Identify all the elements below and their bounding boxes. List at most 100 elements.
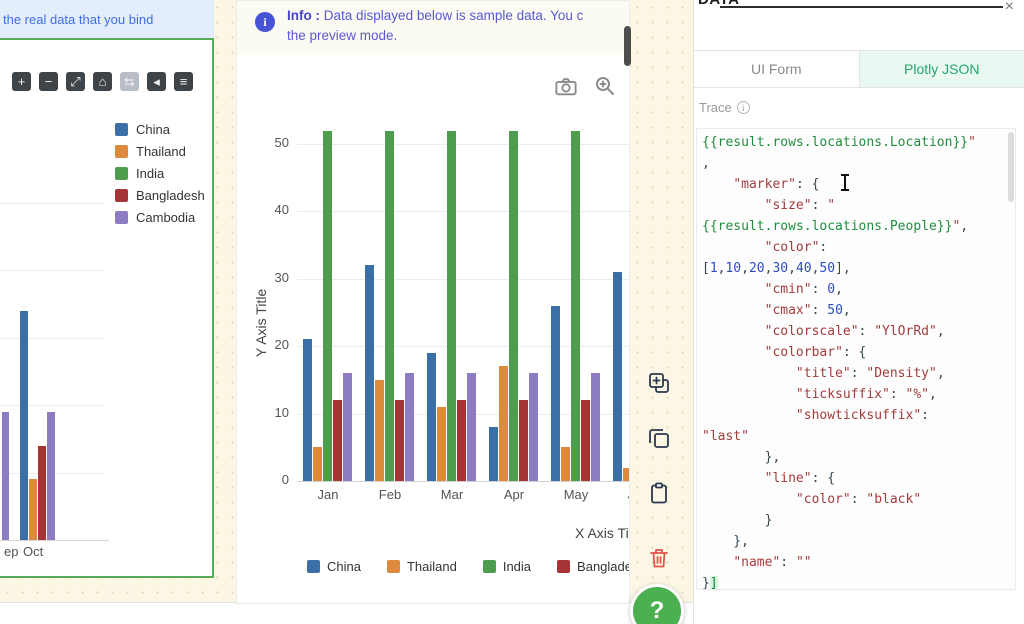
legend-swatch [307,560,320,573]
legend-swatch [115,189,128,202]
legend-item[interactable]: China [307,559,361,574]
x-tick-label: ep [4,544,18,559]
bar-cambodia-feb [405,373,414,481]
code-line: "last" [702,426,1013,447]
gridline [0,405,104,406]
autoscale-icon[interactable]: ⤢ [66,72,85,91]
close-icon[interactable]: × [1005,0,1014,16]
y-tick-label: 30 [245,270,289,287]
pan-icon[interactable]: ⇆ [120,72,139,91]
x-tick-label: Oct [23,544,43,559]
gridline [0,203,104,204]
legend-item[interactable]: Bangladesh [115,184,205,206]
bar-bangladesh-mar [457,400,466,481]
x-axis-title: X Axis Title [575,525,630,541]
bar-thailand [29,479,37,540]
legend-swatch [115,123,128,136]
select-icon[interactable]: ◂ [147,72,166,91]
code-line: , [702,153,1013,174]
zoom-out-icon[interactable]: − [39,72,58,91]
chart-widget[interactable]: i Info : Data displayed below is sample … [236,0,630,604]
legend-item[interactable]: Thailand [115,140,205,162]
legend-item[interactable]: India [483,559,531,574]
code-line: "color": "black" [702,489,1013,510]
bar-china [20,311,28,540]
code-line: "title": "Density", [702,363,1013,384]
zoom-search-icon[interactable] [592,73,618,99]
app: { "app": { "help_button": "?" }, "left_p… [0,0,1024,624]
zoom-in-icon[interactable]: + [12,72,31,91]
legend-item[interactable]: Cambodia [115,206,205,228]
camera-icon[interactable] [553,73,579,99]
code-line: "line": { [702,468,1013,489]
code-line: "color": [702,237,1013,258]
code-line: "colorbar": { [702,342,1013,363]
y-tick-label: 10 [245,405,289,422]
y-tick-label: 40 [245,202,289,219]
code-line: }, [702,447,1013,468]
help-button[interactable]: ? [630,584,684,624]
code-line: "name": "" [702,552,1013,573]
plotly-modebar [553,73,618,99]
code-line: "size": " [702,195,1013,216]
legend-label: Thailand [136,144,186,159]
code-line: }] [702,573,1013,590]
x-tick-label: Mar [421,487,483,502]
legend-swatch [557,560,570,573]
bar-bangladesh-jan [333,400,342,481]
legend-item[interactable]: China [115,118,205,140]
tab-plotly-json[interactable]: Plotly JSON [860,51,1024,87]
trash-icon[interactable] [646,545,672,571]
trace-label-row: Trace i [699,100,750,115]
header-underline [720,6,1003,8]
plotly-modebar: +−⤢ ⌂ ⇆ ◂ ≡ [12,72,193,91]
code-line: "ticksuffix": "%", [702,384,1013,405]
widget-action-bar [644,370,674,571]
x-tick-label: Feb [359,487,421,502]
legend-swatch [387,560,400,573]
bar-thailand-jun [623,468,630,481]
legend-item[interactable]: India [115,162,205,184]
left-chart-widget[interactable]: the real data that you bind ep Oct +−⤢ ⌂ ⇆ ◂… [0,0,214,578]
bar-china-jun [613,272,622,481]
scrollbar-thumb[interactable] [624,26,631,66]
reset-home-icon[interactable]: ⌂ [93,72,112,91]
bar-bangladesh-may [581,400,590,481]
menu-icon[interactable]: ≡ [174,72,193,91]
legend-swatch [115,167,128,180]
duplicate-widget-icon[interactable] [646,370,672,396]
paste-widget-icon[interactable] [646,480,672,506]
data-config-panel: DATA × UI Form Plotly JSON Trace i {{res… [693,0,1024,624]
bar-thailand-apr [499,366,508,481]
bar-cambodia-may [591,373,600,481]
left-chart-area[interactable]: ep Oct +−⤢ ⌂ ⇆ ◂ ≡ China Thailand IndiaBanglade… [0,38,214,578]
x-tick-label: Jun [607,487,630,502]
bar-cambodia-apr [529,373,538,481]
legend-label: China [327,559,361,574]
tab-ui-form[interactable]: UI Form [694,51,860,87]
legend-label: China [136,122,170,137]
bar-india-mar [447,131,456,481]
code-line: {{result.rows.locations.People}}", [702,216,1013,237]
legend-swatch [115,145,128,158]
legend-item[interactable]: Bangladesh [557,559,630,574]
bar-india-feb [385,131,394,481]
bar-cambodia-jan [343,373,352,481]
left-chart-legend: China Thailand IndiaBangladeshCambodia [115,118,205,228]
bar-india-apr [509,131,518,481]
bar-china-feb [365,265,374,481]
bar-china-mar [427,353,436,481]
code-line: } [702,510,1013,531]
editor-scrollbar-thumb[interactable] [1008,132,1014,202]
legend-item[interactable]: Thailand [387,559,457,574]
trace-info-icon[interactable]: i [737,101,750,114]
bar-bangladesh [38,446,46,540]
y-tick-label: 20 [245,337,289,354]
code-line: "showticksuffix": [702,405,1013,426]
plotly-json-editor[interactable]: {{result.rows.locations.Location}}", "ma… [696,128,1016,590]
bar-china-may [551,306,560,481]
left-banner-text: the real data that you bind [3,12,153,27]
code-line: "colorscale": "YlOrRd", [702,321,1013,342]
copy-widget-icon[interactable] [646,425,672,451]
legend-label: India [503,559,531,574]
